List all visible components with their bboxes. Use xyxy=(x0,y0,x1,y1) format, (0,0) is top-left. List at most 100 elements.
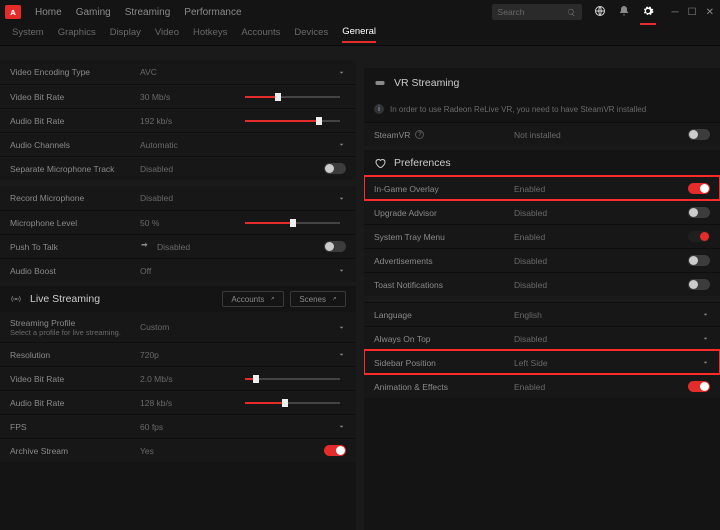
row-value: 60 fps xyxy=(140,422,200,432)
video-encoding-row[interactable]: Video Encoding Type AVC xyxy=(0,60,356,84)
audio-bitrate2-row[interactable]: Audio Bit Rate 128 kb/s xyxy=(0,390,356,414)
always-on-top-row[interactable]: Always On Top Disabled xyxy=(364,326,720,350)
primary-nav: Home Gaming Streaming Performance xyxy=(35,7,242,18)
bell-icon[interactable] xyxy=(618,5,630,19)
row-label: Audio Bit Rate xyxy=(10,116,140,126)
sidebar-position-row[interactable]: Sidebar Position Left Side xyxy=(364,350,720,374)
toggle[interactable] xyxy=(324,445,346,456)
search-input[interactable]: Search xyxy=(492,4,582,20)
row-value: 720p xyxy=(140,350,200,360)
resolution-row[interactable]: Resolution 720p xyxy=(0,342,356,366)
row-label: In-Game Overlay xyxy=(374,184,514,194)
toggle[interactable] xyxy=(324,163,346,174)
separate-mic-row[interactable]: Separate Microphone Track Disabled xyxy=(0,156,356,180)
slider[interactable] xyxy=(245,120,340,122)
row-value: Disabled xyxy=(514,256,684,266)
tab-system[interactable]: System xyxy=(12,27,44,42)
slider[interactable] xyxy=(245,378,340,380)
row-label: FPS xyxy=(10,422,140,432)
chevron-down-icon[interactable] xyxy=(200,422,346,431)
search-icon xyxy=(567,8,576,17)
external-link-icon xyxy=(330,296,337,303)
tab-accounts[interactable]: Accounts xyxy=(241,27,280,42)
row-label: Video Encoding Type xyxy=(10,67,140,77)
tab-devices[interactable]: Devices xyxy=(294,27,328,42)
scenes-button[interactable]: Scenes xyxy=(290,291,346,307)
toast-notifications-row[interactable]: Toast Notifications Disabled xyxy=(364,272,720,296)
in-game-overlay-row[interactable]: In-Game Overlay Enabled xyxy=(364,176,720,200)
row-label: Archive Stream xyxy=(10,446,140,456)
preferences-section: Preferences xyxy=(364,146,720,176)
section-title: VR Streaming xyxy=(394,77,459,89)
tab-general[interactable]: General xyxy=(342,26,376,43)
advertisements-row[interactable]: Advertisements Disabled xyxy=(364,248,720,272)
row-value: Disabled xyxy=(157,242,199,252)
language-row[interactable]: Language English xyxy=(364,302,720,326)
toggle[interactable] xyxy=(324,241,346,252)
chevron-down-icon[interactable] xyxy=(684,310,710,319)
archive-stream-row[interactable]: Archive Stream Yes xyxy=(0,438,356,462)
chevron-down-icon[interactable] xyxy=(684,358,710,367)
toggle[interactable] xyxy=(688,381,710,392)
animation-effects-row[interactable]: Animation & Effects Enabled xyxy=(364,374,720,398)
nav-streaming[interactable]: Streaming xyxy=(125,7,171,18)
chevron-down-icon[interactable] xyxy=(200,194,346,203)
accounts-button[interactable]: Accounts xyxy=(222,291,284,307)
chevron-down-icon[interactable] xyxy=(200,323,346,332)
streaming-profile-row[interactable]: Streaming Profile Select a profile for l… xyxy=(0,312,356,342)
vr-info: i In order to use Radeon ReLive VR, you … xyxy=(364,98,720,122)
row-label: Streaming Profile Select a profile for l… xyxy=(10,318,140,337)
minimize-button[interactable]: ─ xyxy=(672,7,679,18)
row-value: Not installed xyxy=(514,130,684,140)
row-value: AVC xyxy=(140,67,200,77)
toggle[interactable] xyxy=(688,183,710,194)
row-value: 30 Mb/s xyxy=(140,92,200,102)
tab-display[interactable]: Display xyxy=(110,27,141,42)
chevron-down-icon[interactable] xyxy=(684,334,710,343)
audio-boost-row[interactable]: Audio Boost Off xyxy=(0,258,356,282)
row-label: Upgrade Advisor xyxy=(374,208,514,218)
video-bitrate2-row[interactable]: Video Bit Rate 2.0 Mb/s xyxy=(0,366,356,390)
toggle[interactable] xyxy=(688,231,710,242)
audio-channels-row[interactable]: Audio Channels Automatic xyxy=(0,132,356,156)
row-value: English xyxy=(514,310,684,320)
maximize-button[interactable]: ☐ xyxy=(688,7,697,18)
chevron-down-icon[interactable] xyxy=(200,68,346,77)
slider[interactable] xyxy=(245,222,340,224)
close-button[interactable]: ✕ xyxy=(706,7,714,18)
nav-performance[interactable]: Performance xyxy=(184,7,241,18)
tab-graphics[interactable]: Graphics xyxy=(58,27,96,42)
nav-home[interactable]: Home xyxy=(35,7,62,18)
row-label: Audio Channels xyxy=(10,140,140,150)
fps-row[interactable]: FPS 60 fps xyxy=(0,414,356,438)
row-label: SteamVR? xyxy=(374,130,514,140)
chevron-down-icon[interactable] xyxy=(200,140,346,149)
steamvr-row[interactable]: SteamVR? Not installed xyxy=(364,122,720,146)
row-value: 192 kb/s xyxy=(140,116,200,126)
toggle[interactable] xyxy=(688,207,710,218)
nav-gaming[interactable]: Gaming xyxy=(76,7,111,18)
push-to-talk-row[interactable]: Push To Talk Disabled xyxy=(0,234,356,258)
tab-video[interactable]: Video xyxy=(155,27,179,42)
row-value: Automatic xyxy=(140,140,200,150)
record-mic-row[interactable]: Record Microphone Disabled xyxy=(0,186,356,210)
upgrade-advisor-row[interactable]: Upgrade Advisor Disabled xyxy=(364,200,720,224)
toggle[interactable] xyxy=(688,129,710,140)
toggle[interactable] xyxy=(688,279,710,290)
video-bitrate-row[interactable]: Video Bit Rate 30 Mb/s xyxy=(0,84,356,108)
mic-level-row[interactable]: Microphone Level 50 % xyxy=(0,210,356,234)
help-icon[interactable]: ? xyxy=(415,130,424,139)
web-icon[interactable] xyxy=(594,5,606,19)
tab-hotkeys[interactable]: Hotkeys xyxy=(193,27,227,42)
gear-icon[interactable] xyxy=(642,5,654,19)
slider[interactable] xyxy=(245,96,340,98)
audio-bitrate-row[interactable]: Audio Bit Rate 192 kb/s xyxy=(0,108,356,132)
toggle[interactable] xyxy=(688,255,710,266)
slider[interactable] xyxy=(245,402,340,404)
system-tray-row[interactable]: System Tray Menu Enabled xyxy=(364,224,720,248)
section-title: Preferences xyxy=(394,157,451,169)
chevron-down-icon[interactable] xyxy=(200,266,346,275)
chevron-down-icon[interactable] xyxy=(200,350,346,359)
row-label: Animation & Effects xyxy=(374,382,514,392)
row-label: Toast Notifications xyxy=(374,280,514,290)
